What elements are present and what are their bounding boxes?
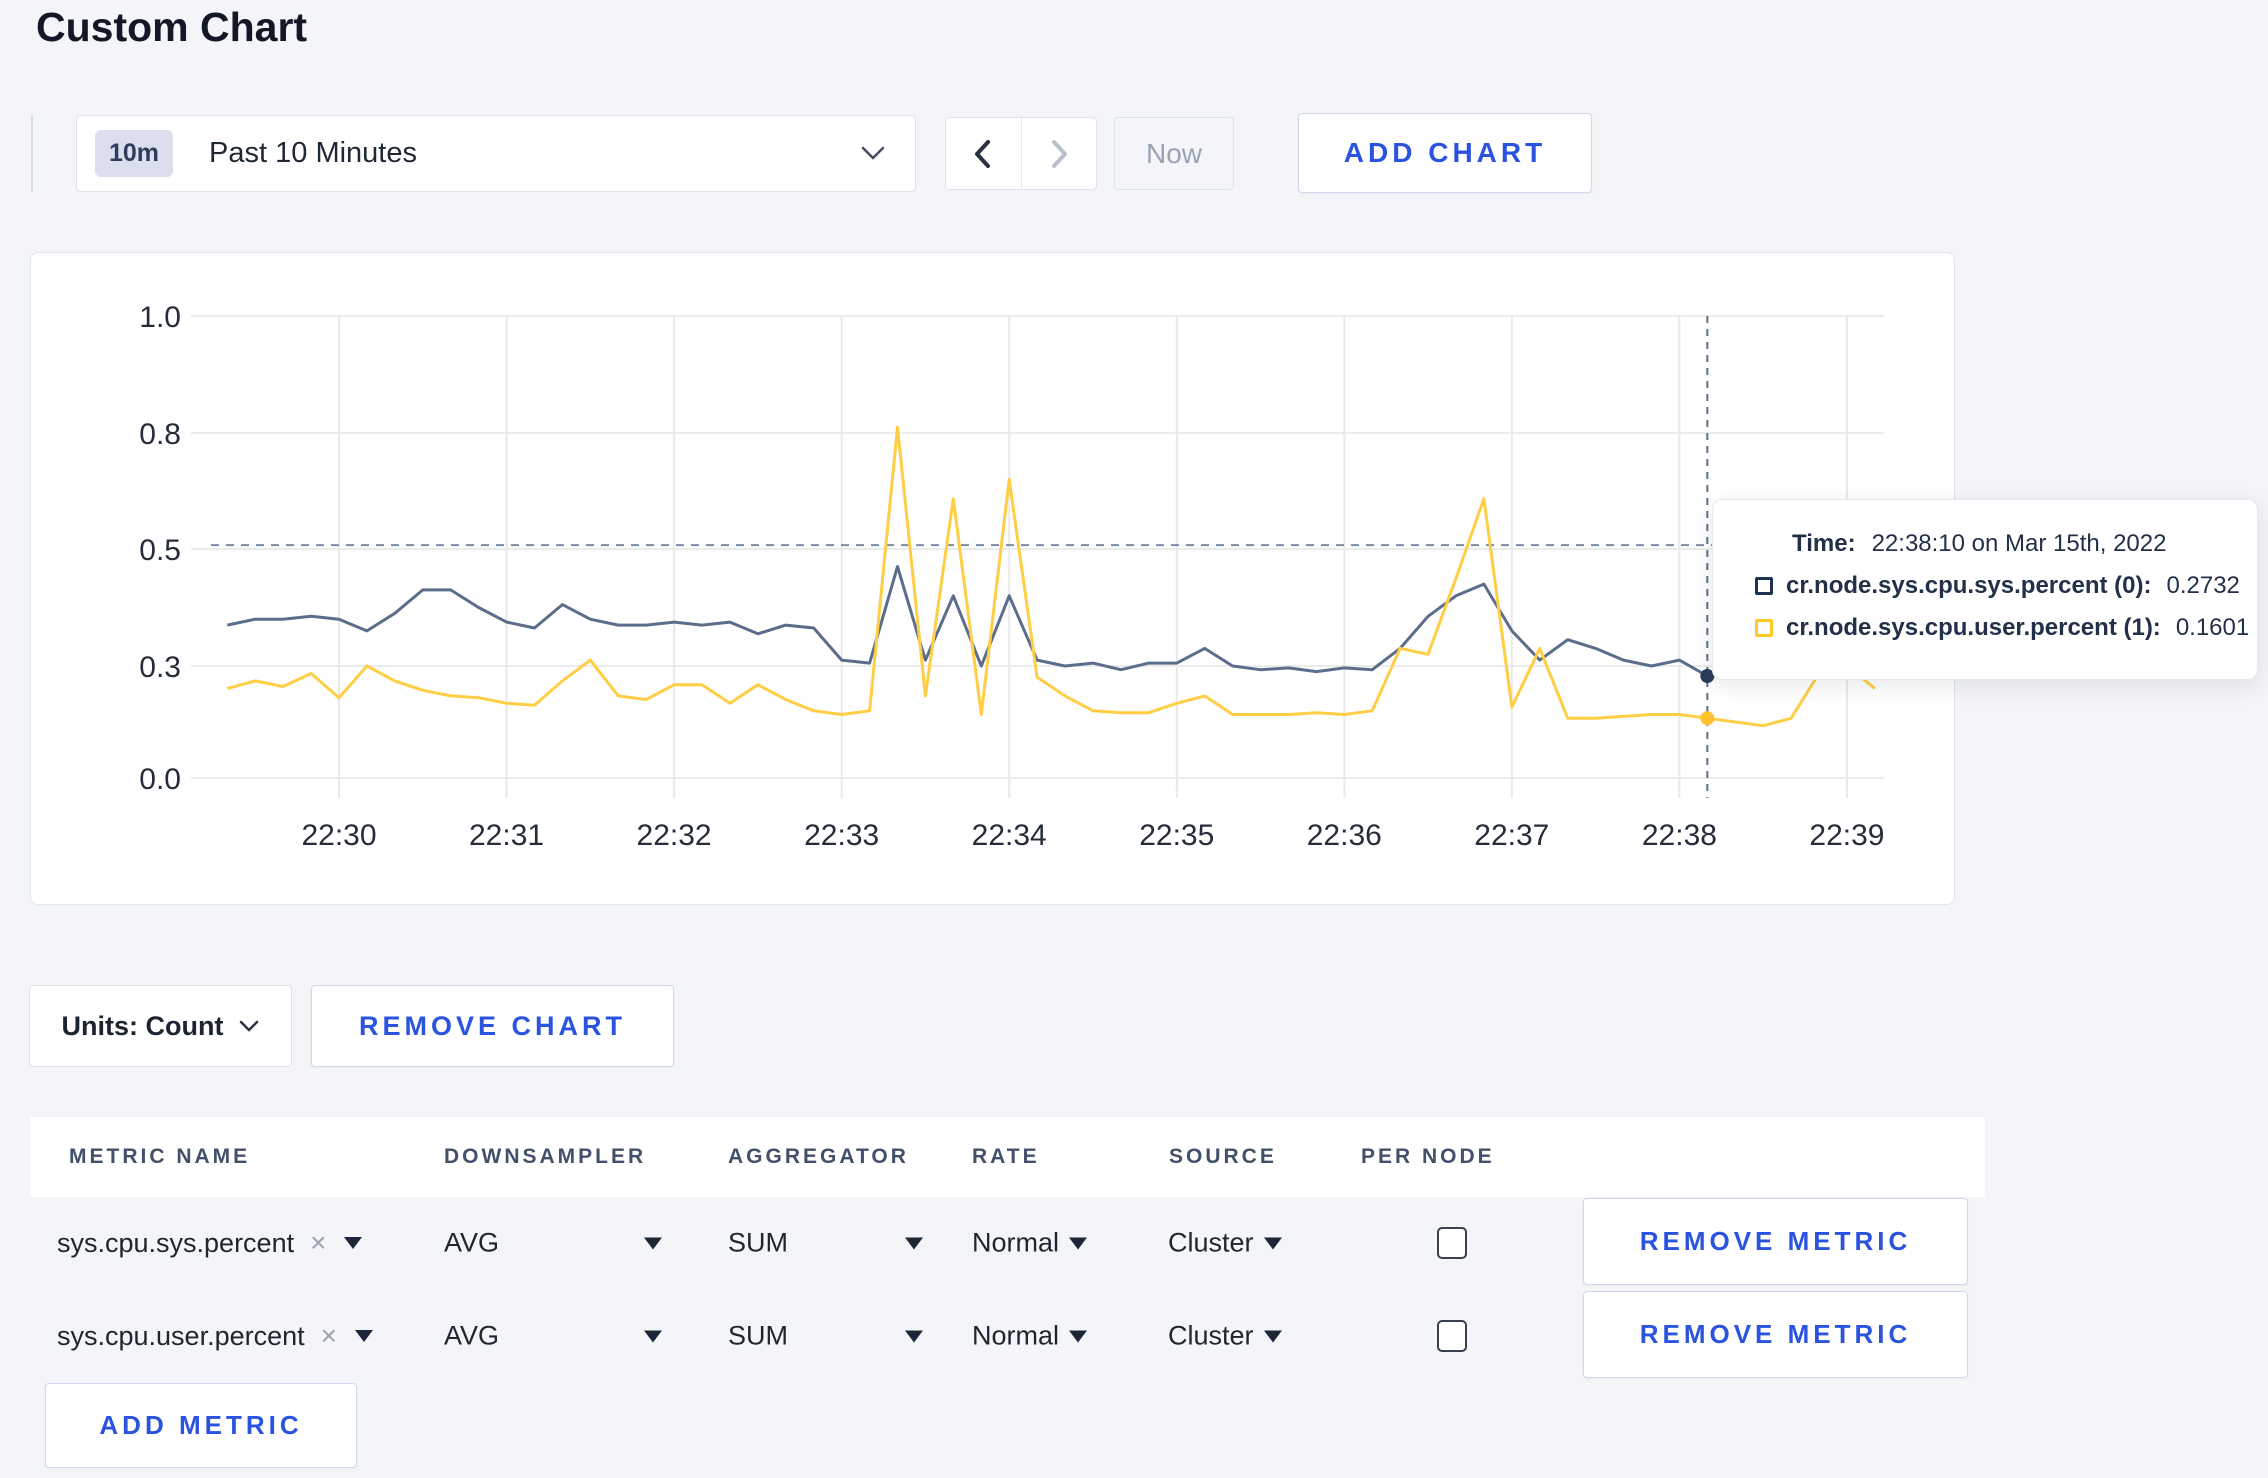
- svg-text:0.0: 0.0: [139, 763, 181, 796]
- header-downsampler: DOWNSAMPLER: [444, 1145, 647, 1168]
- svg-text:22:32: 22:32: [637, 819, 712, 852]
- now-button[interactable]: Now: [1114, 117, 1234, 190]
- metrics-table-header: METRIC NAME DOWNSAMPLER AGGREGATOR RATE …: [30, 1117, 1985, 1197]
- svg-text:22:39: 22:39: [1809, 819, 1884, 852]
- remove-metric-button[interactable]: REMOVE METRIC: [1583, 1291, 1968, 1378]
- clear-metric-icon[interactable]: ×: [310, 1227, 326, 1259]
- clear-metric-icon[interactable]: ×: [321, 1320, 337, 1352]
- add-metric-button[interactable]: ADD METRIC: [45, 1383, 357, 1468]
- rate-select[interactable]: Normal: [972, 1228, 1088, 1259]
- chevron-down-icon: [240, 1020, 259, 1032]
- tooltip-series-name: cr.node.sys.cpu.user.percent (1):: [1786, 614, 2161, 641]
- svg-text:0.5: 0.5: [139, 534, 181, 567]
- page-title: Custom Chart: [36, 4, 308, 50]
- dropdown-arrow-icon: [905, 1237, 923, 1249]
- svg-text:22:33: 22:33: [804, 819, 879, 852]
- time-window-badge: 10m: [95, 130, 174, 177]
- time-pager: [945, 117, 1097, 190]
- dropdown-arrow-icon: [344, 1237, 363, 1249]
- dropdown-arrow-icon: [1263, 1330, 1282, 1342]
- source-select[interactable]: Cluster: [1168, 1228, 1282, 1259]
- header-rate: RATE: [972, 1145, 1040, 1168]
- svg-text:22:36: 22:36: [1307, 819, 1382, 852]
- units-select[interactable]: Units: Count: [29, 985, 292, 1067]
- chart-plot[interactable]: 0.0 0.3 0.5 0.8 1.0 22:30 22:31 22:32 22:33 22:34…: [31, 253, 1956, 906]
- series-sys-swatch-icon: [1755, 577, 1773, 595]
- svg-text:0.8: 0.8: [139, 418, 181, 451]
- svg-text:1.0: 1.0: [139, 301, 181, 334]
- units-label: Units: Count: [61, 1010, 224, 1041]
- metric-name-select[interactable]: sys.cpu.user.percent ×: [57, 1320, 373, 1352]
- dropdown-arrow-icon: [1069, 1330, 1088, 1342]
- dropdown-arrow-icon: [905, 1330, 923, 1342]
- dropdown-arrow-icon: [355, 1330, 373, 1342]
- tooltip-series-name: cr.node.sys.cpu.sys.percent (0):: [1786, 572, 2152, 599]
- svg-text:22:35: 22:35: [1139, 819, 1214, 852]
- chart-tooltip: Time: 22:38:10 on Mar 15th, 2022 cr.node…: [1712, 499, 2258, 680]
- header-metric-name: METRIC NAME: [69, 1145, 251, 1168]
- aggregator-select[interactable]: SUM: [728, 1228, 923, 1259]
- add-chart-button[interactable]: ADD CHART: [1298, 113, 1592, 193]
- chart-card: 0.0 0.3 0.5 0.8 1.0 22:30 22:31 22:32 22:33 22:34…: [30, 252, 1955, 905]
- per-node-checkbox[interactable]: [1437, 1227, 1467, 1259]
- downsampler-select[interactable]: AVG: [444, 1228, 662, 1259]
- remove-metric-button[interactable]: REMOVE METRIC: [1583, 1198, 1968, 1285]
- tooltip-series-value: 0.1601: [2175, 614, 2250, 641]
- svg-text:22:37: 22:37: [1474, 819, 1549, 852]
- chevron-down-icon: [861, 146, 885, 160]
- per-node-checkbox[interactable]: [1437, 1320, 1467, 1352]
- dropdown-arrow-icon: [644, 1237, 662, 1249]
- svg-text:22:31: 22:31: [469, 819, 544, 852]
- rate-select[interactable]: Normal: [972, 1321, 1088, 1352]
- chevron-right-icon: [1051, 139, 1067, 168]
- remove-chart-button[interactable]: REMOVE CHART: [311, 985, 674, 1067]
- downsampler-select[interactable]: AVG: [444, 1321, 662, 1352]
- chevron-left-icon: [975, 139, 991, 168]
- tooltip-time-label: Time:: [1792, 530, 1856, 557]
- svg-text:0.3: 0.3: [139, 651, 181, 684]
- metric-name-select[interactable]: sys.cpu.sys.percent ×: [57, 1227, 363, 1259]
- header-per-node: PER NODE: [1361, 1145, 1495, 1168]
- time-window-label: Past 10 Minutes: [209, 137, 417, 169]
- dropdown-arrow-icon: [1263, 1237, 1282, 1249]
- svg-text:22:30: 22:30: [301, 819, 376, 852]
- toolbar-divider: [31, 115, 33, 192]
- next-time-button[interactable]: [1022, 118, 1097, 189]
- tooltip-series-value: 0.2732: [2166, 572, 2240, 599]
- svg-text:22:34: 22:34: [972, 819, 1047, 852]
- dropdown-arrow-icon: [1069, 1237, 1088, 1249]
- svg-text:22:38: 22:38: [1642, 819, 1717, 852]
- prev-time-button[interactable]: [946, 118, 1022, 189]
- header-aggregator: AGGREGATOR: [728, 1145, 909, 1168]
- aggregator-select[interactable]: SUM: [728, 1321, 923, 1352]
- time-window-select[interactable]: 10m Past 10 Minutes: [76, 115, 916, 192]
- header-source: SOURCE: [1169, 1145, 1277, 1168]
- dropdown-arrow-icon: [644, 1330, 662, 1342]
- source-select[interactable]: Cluster: [1168, 1321, 1282, 1352]
- tooltip-time-value: 22:38:10 on Mar 15th, 2022: [1871, 530, 2167, 557]
- series-user-swatch-icon: [1755, 619, 1773, 637]
